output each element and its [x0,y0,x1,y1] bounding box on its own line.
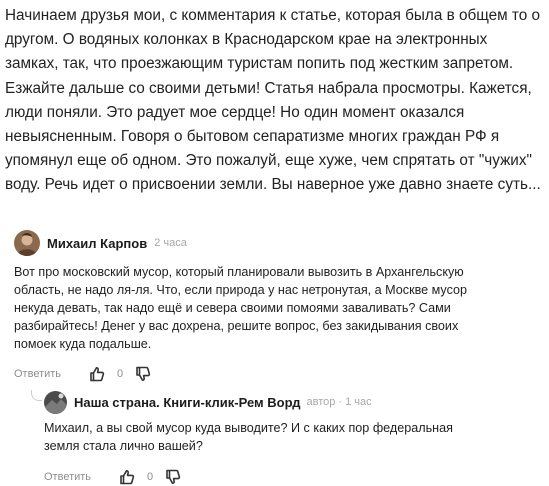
thumb-up-icon[interactable] [88,365,106,383]
thumb-down-icon[interactable] [134,365,152,383]
thumb-up-icon[interactable] [118,468,136,486]
like-count: 0 [117,368,124,380]
thumb-down-icon[interactable] [164,468,182,486]
reply-thread-icon [31,390,42,401]
comment: Михаил Карпов 2 часа Вот про московский … [14,229,539,383]
comment-actions: Ответить 0 [14,365,539,383]
reply-button[interactable]: Ответить [14,368,61,380]
comment-author[interactable]: Михаил Карпов [47,236,147,251]
article-excerpt: Начинаем друзья мои, с комментария к ста… [5,7,541,194]
avatar[interactable] [14,230,40,256]
comment-header: Михаил Карпов 2 часа [14,229,539,257]
comment-header: Наша страна. Книги-клик-Рем Ворд автор ·… [44,388,539,416]
comment-reply: Наша страна. Книги-клик-Рем Ворд автор ·… [44,388,539,486]
like-count: 0 [147,471,154,483]
comment-time: 2 часа [154,237,187,249]
reply-button[interactable]: Ответить [44,471,91,483]
comment-time: автор · 1 час [306,396,372,408]
comment-author[interactable]: Наша страна. Книги-клик-Рем Ворд [74,395,300,410]
comment-actions: Ответить 0 [44,468,539,486]
avatar[interactable] [44,390,67,414]
comment-text: Вот про московский мусор, который планир… [14,265,468,351]
comment-text: Михаил, а вы свой мусор куда выводите? И… [44,421,453,453]
